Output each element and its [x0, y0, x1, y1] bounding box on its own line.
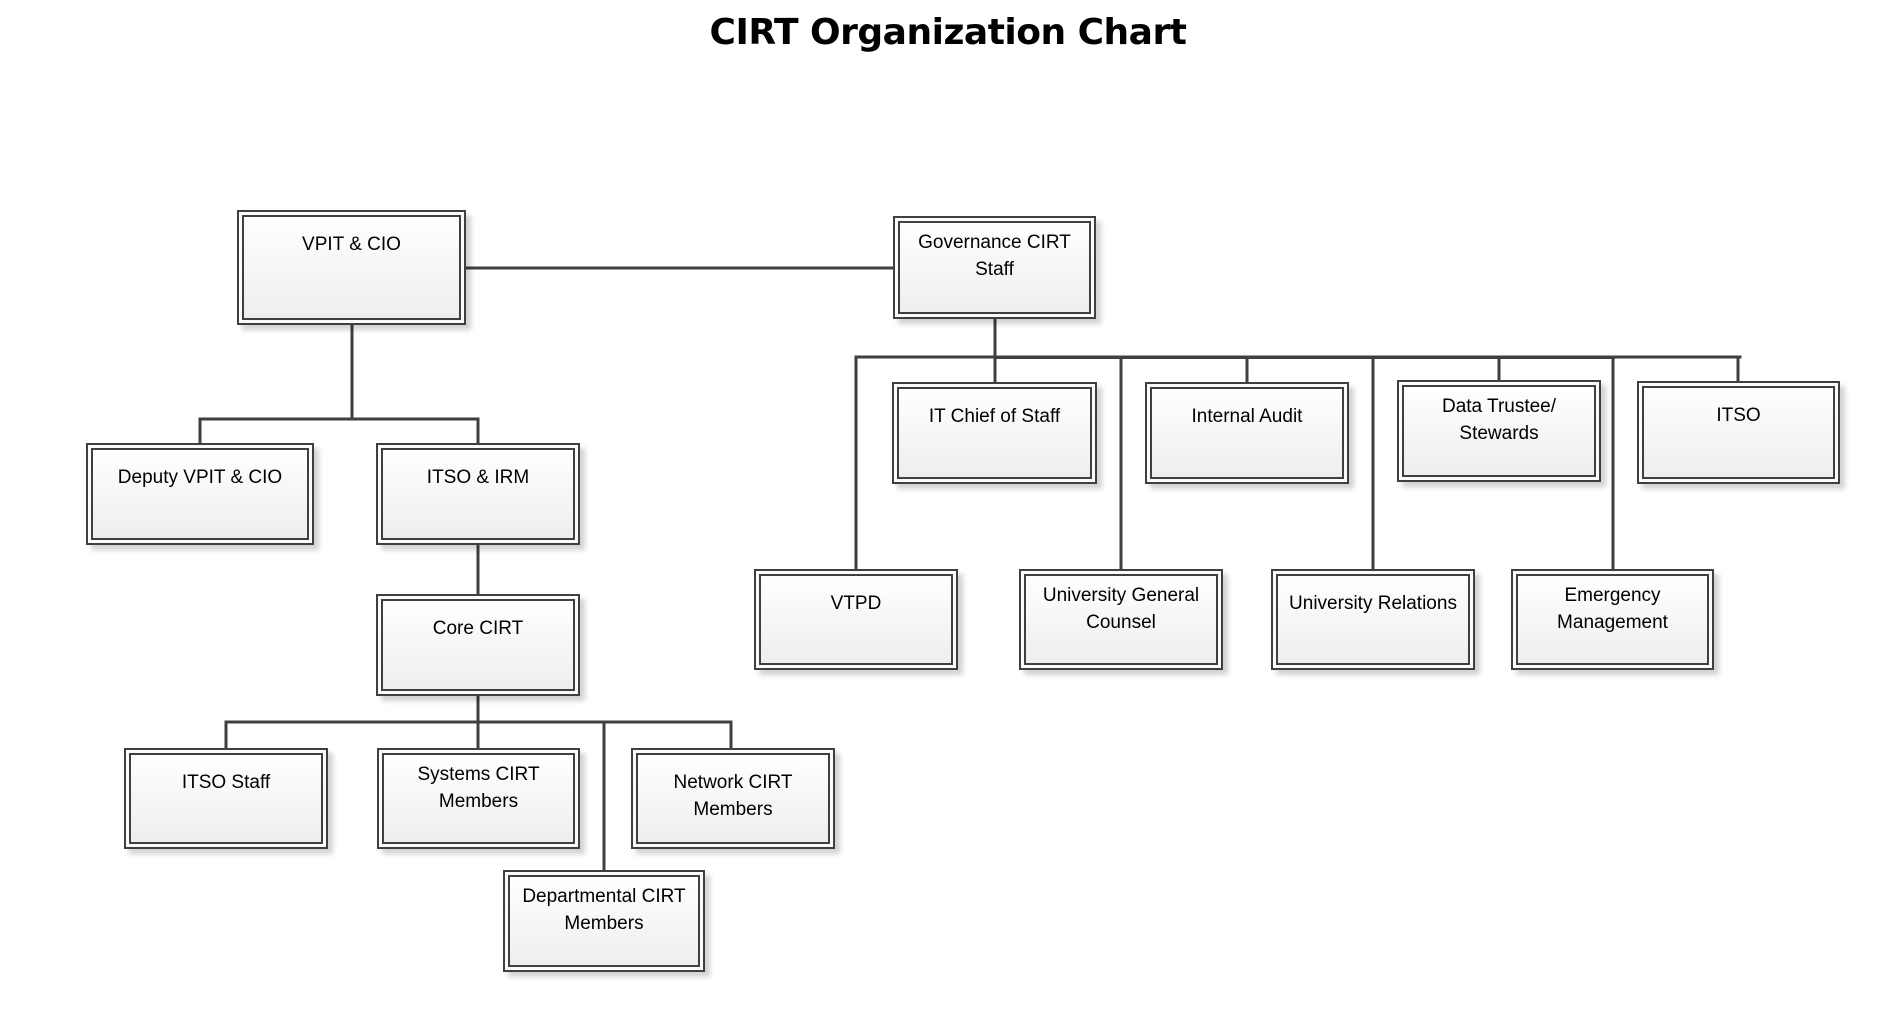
node-vpit-cio[interactable]: VPIT & CIO	[237, 210, 466, 325]
node-university-relations[interactable]: University Relations	[1271, 569, 1475, 670]
node-emergency-management[interactable]: Emergency Management	[1511, 569, 1714, 670]
node-label: Departmental CIRT Members	[522, 886, 686, 934]
node-label: ITSO Staff	[181, 772, 271, 793]
node-network-cirt[interactable]: Network CIRT Members	[631, 748, 835, 849]
node-label: Deputy VPIT & CIO	[117, 467, 283, 488]
node-university-general-counsel[interactable]: University General Counsel	[1019, 569, 1223, 670]
node-label: University Relations	[1289, 593, 1457, 614]
node-internal-audit[interactable]: Internal Audit	[1145, 382, 1349, 484]
node-label: VTPD	[830, 593, 882, 614]
node-label: Systems CIRT Members	[417, 764, 540, 812]
node-deputy-vpit-cio[interactable]: Deputy VPIT & CIO	[86, 443, 314, 545]
node-vtpd[interactable]: VTPD	[754, 569, 958, 670]
node-itso[interactable]: ITSO	[1637, 381, 1840, 484]
node-label: University General Counsel	[1042, 585, 1200, 633]
node-departmental-cirt[interactable]: Departmental CIRT Members	[503, 870, 705, 972]
node-label: IT Chief of Staff	[928, 406, 1061, 427]
node-itso-irm[interactable]: ITSO & IRM	[376, 443, 580, 545]
node-label: Data Trustee/ Stewards	[1441, 396, 1557, 444]
node-label: Internal Audit	[1191, 406, 1303, 427]
node-label: VPIT & CIO	[302, 234, 401, 255]
node-label: Governance CIRT Staff	[918, 232, 1071, 280]
node-label: ITSO & IRM	[426, 467, 530, 488]
node-data-trustee-stewards[interactable]: Data Trustee/ Stewards	[1397, 380, 1601, 482]
node-core-cirt[interactable]: Core CIRT	[376, 594, 580, 696]
node-label: Core CIRT	[432, 618, 524, 639]
node-label: ITSO	[1716, 405, 1761, 426]
node-itso-staff[interactable]: ITSO Staff	[124, 748, 328, 849]
node-governance-cirt-staff[interactable]: Governance CIRT Staff	[893, 216, 1096, 319]
node-label: Network CIRT Members	[673, 772, 793, 820]
node-label: Emergency Management	[1557, 585, 1668, 633]
node-it-chief-of-staff[interactable]: IT Chief of Staff	[892, 382, 1097, 484]
node-systems-cirt[interactable]: Systems CIRT Members	[377, 748, 580, 849]
